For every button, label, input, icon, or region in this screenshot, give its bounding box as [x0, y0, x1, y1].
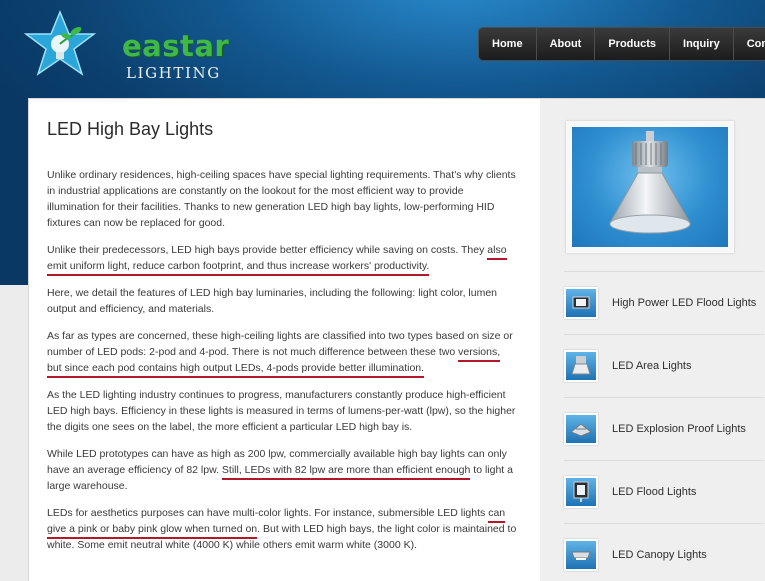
flood-light-thumbnail-icon — [564, 476, 598, 508]
nav-contact[interactable]: Contac — [734, 28, 765, 60]
paragraph-lpw: While LED prototypes can have as high as… — [47, 446, 517, 494]
site-logo[interactable]: eastar LIGHTING — [22, 10, 229, 82]
paragraph-color: LEDs for aesthetics purposes can have mu… — [47, 505, 517, 553]
sidebar-item-explosion-proof[interactable]: LED Explosion Proof Lights — [564, 397, 764, 460]
paragraph-benefits: Unlike their predecessors, LED high bays… — [47, 242, 517, 276]
paragraph-features: Here, we detail the features of LED high… — [47, 287, 497, 315]
sidebar-item-label: LED Explosion Proof Lights — [612, 423, 746, 435]
product-sidebar: High Power LED Flood Lights LED Area Lig… — [540, 98, 765, 581]
text-segment: LEDs for aesthetics purposes can have mu… — [47, 507, 489, 519]
sidebar-item-label: LED Canopy Lights — [612, 549, 707, 561]
sidebar-item-flood-lights[interactable]: LED Flood Lights — [564, 460, 764, 523]
sidebar-item-canopy-lights[interactable]: LED Canopy Lights — [564, 523, 764, 581]
sidebar-item-label: LED Flood Lights — [612, 486, 697, 498]
nav-about[interactable]: About — [537, 28, 596, 60]
area-light-thumbnail-icon — [564, 350, 598, 382]
text-segment: Unlike their predecessors, LED high bays… — [47, 244, 488, 256]
paragraph-types: As far as types are concerned, these hig… — [47, 328, 517, 378]
brand-tagline: LIGHTING — [126, 64, 221, 82]
star-lightbulb-icon — [23, 10, 97, 76]
explosion-proof-thumbnail-icon — [564, 413, 598, 445]
paragraph-intro: Unlike ordinary residences, high-ceiling… — [47, 169, 516, 229]
main-nav: Home About Products Inquiry Contac — [478, 27, 765, 61]
nav-inquiry[interactable]: Inquiry — [670, 28, 734, 60]
nav-products[interactable]: Products — [595, 28, 671, 60]
flood-light-thumbnail-icon — [564, 287, 598, 319]
canopy-light-thumbnail-icon — [564, 539, 598, 571]
nav-home[interactable]: Home — [479, 28, 537, 60]
brand-name: eastar — [122, 29, 230, 63]
sidebar-item-label: High Power LED Flood Lights — [612, 297, 757, 309]
article-body: Unlike ordinary residences, high-ceiling… — [47, 167, 517, 564]
product-category-list: High Power LED Flood Lights LED Area Lig… — [564, 271, 764, 581]
paragraph-efficiency: As the LED lighting industry continues t… — [47, 389, 516, 433]
page-title: LED High Bay Lights — [47, 119, 214, 139]
sidebar-item-high-power-flood[interactable]: High Power LED Flood Lights — [564, 271, 764, 334]
highlighted-text: Still, LEDs with 82 lpw are more than ef… — [221, 464, 471, 480]
sidebar-item-label: LED Area Lights — [612, 360, 692, 372]
text-segment: As far as types are concerned, these hig… — [47, 330, 513, 358]
featured-product-image[interactable] — [566, 121, 734, 253]
high-bay-lamp-icon — [609, 131, 691, 234]
main-content: LED High Bay Lights Unlike ordinary resi… — [28, 98, 540, 581]
sidebar-item-area-lights[interactable]: LED Area Lights — [564, 334, 764, 397]
